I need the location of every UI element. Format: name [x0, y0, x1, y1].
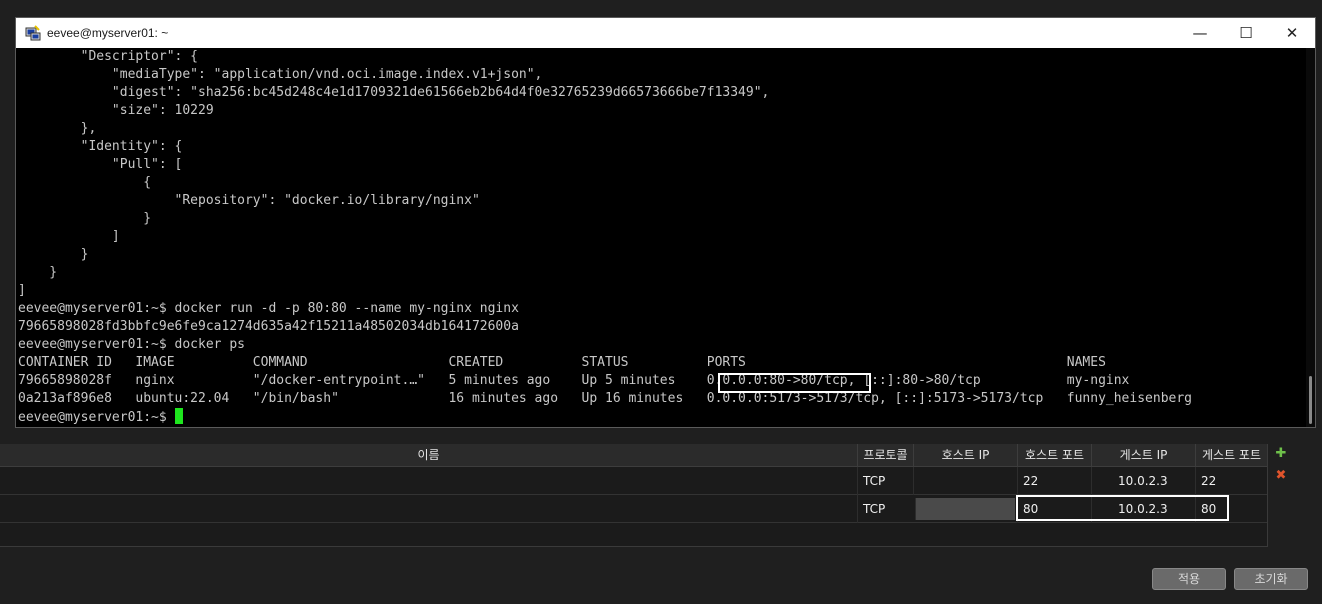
- table-row[interactable]: TCP 80 10.0.2.3 80: [0, 495, 1267, 523]
- remove-rule-icon[interactable]: ✖: [1272, 468, 1290, 484]
- cell-protocol[interactable]: TCP: [857, 467, 913, 495]
- terminal-prompt: eevee@myserver01:~$: [18, 410, 175, 425]
- terminal-line: 0a213af896e8 ubuntu:22.04 "/bin/bash" 16…: [18, 391, 1192, 406]
- column-protocol[interactable]: 프로토콜: [857, 444, 913, 466]
- terminal-line: 79665898028fd3bbfc9e6fe9ca1274d635a42f15…: [18, 319, 519, 334]
- cell-protocol[interactable]: TCP: [857, 495, 913, 523]
- terminal-line: eevee@myserver01:~$ docker ps: [18, 337, 245, 352]
- cell-guest-port[interactable]: 22: [1195, 467, 1267, 495]
- terminal-scrollbar[interactable]: [1306, 48, 1315, 427]
- terminal-window[interactable]: eevee@myserver01: ~ — ☐ ✕ "Descriptor": …: [15, 17, 1316, 428]
- cell-guest-ip[interactable]: 10.0.2.3: [1091, 495, 1195, 523]
- terminal-line: CONTAINER ID IMAGE COMMAND CREATED STATU…: [18, 355, 1106, 370]
- terminal-cursor: [174, 408, 183, 424]
- add-rule-icon[interactable]: ✚: [1272, 446, 1290, 462]
- terminal-line: "mediaType": "application/vnd.oci.image.…: [18, 67, 543, 82]
- cell-name[interactable]: [0, 495, 857, 523]
- port-forwarding-table: 이름 프로토콜 호스트 IP 호스트 포트 게스트 IP 게스트 포트 TCP …: [0, 444, 1268, 547]
- terminal-line: "Identity": {: [18, 139, 183, 154]
- minimize-icon[interactable]: —: [1177, 18, 1223, 48]
- column-guest-port[interactable]: 게스트 포트: [1195, 444, 1267, 466]
- terminal-line: ]: [18, 283, 26, 298]
- terminal-line: "digest": "sha256:bc45d248c4e1d1709321de…: [18, 85, 770, 100]
- cell-host-port[interactable]: 80: [1017, 495, 1091, 523]
- cell-guest-port[interactable]: 80: [1195, 495, 1267, 523]
- window-title: eevee@myserver01: ~: [47, 26, 169, 40]
- table-row[interactable]: TCP 22 10.0.2.3 22: [0, 467, 1267, 495]
- cell-host-port[interactable]: 22: [1017, 467, 1091, 495]
- terminal-line: }: [18, 265, 58, 280]
- terminal-line: eevee@myserver01:~$ docker run -d -p 80:…: [18, 301, 519, 316]
- terminal-line: }: [18, 211, 152, 226]
- close-icon[interactable]: ✕: [1269, 18, 1315, 48]
- scrollbar-thumb[interactable]: [1309, 376, 1312, 424]
- terminal-line: "Descriptor": {: [18, 49, 199, 64]
- putty-icon: [25, 25, 41, 41]
- terminal-line: ]: [18, 229, 120, 244]
- terminal-line: "size": 10229: [18, 103, 214, 118]
- apply-button[interactable]: 적용: [1152, 568, 1226, 590]
- terminal-prompt-line[interactable]: eevee@myserver01:~$: [16, 408, 1306, 426]
- cell-host-ip[interactable]: [913, 467, 1017, 495]
- column-host-ip[interactable]: 호스트 IP: [913, 444, 1017, 466]
- cell-guest-ip[interactable]: 10.0.2.3: [1091, 467, 1195, 495]
- column-guest-ip[interactable]: 게스트 IP: [1091, 444, 1195, 466]
- host-ip-editor[interactable]: [915, 498, 1015, 520]
- terminal-output[interactable]: "Descriptor": { "mediaType": "applicatio…: [16, 48, 1306, 427]
- terminal-line: "Pull": [: [18, 157, 183, 172]
- cell-name[interactable]: [0, 467, 857, 495]
- column-host-port[interactable]: 호스트 포트: [1017, 444, 1091, 466]
- title-bar[interactable]: eevee@myserver01: ~ — ☐ ✕: [16, 18, 1315, 48]
- terminal-line: },: [18, 121, 97, 136]
- terminal-line: {: [18, 175, 152, 190]
- maximize-icon[interactable]: ☐: [1223, 18, 1269, 48]
- terminal-line: 79665898028f nginx "/docker-entrypoint.……: [18, 373, 1130, 388]
- reset-button[interactable]: 초기화: [1234, 568, 1308, 590]
- column-name[interactable]: 이름: [0, 444, 857, 466]
- table-header: 이름 프로토콜 호스트 IP 호스트 포트 게스트 IP 게스트 포트: [0, 444, 1267, 467]
- terminal-line: "Repository": "docker.io/library/nginx": [18, 193, 480, 208]
- terminal-line: }: [18, 247, 89, 262]
